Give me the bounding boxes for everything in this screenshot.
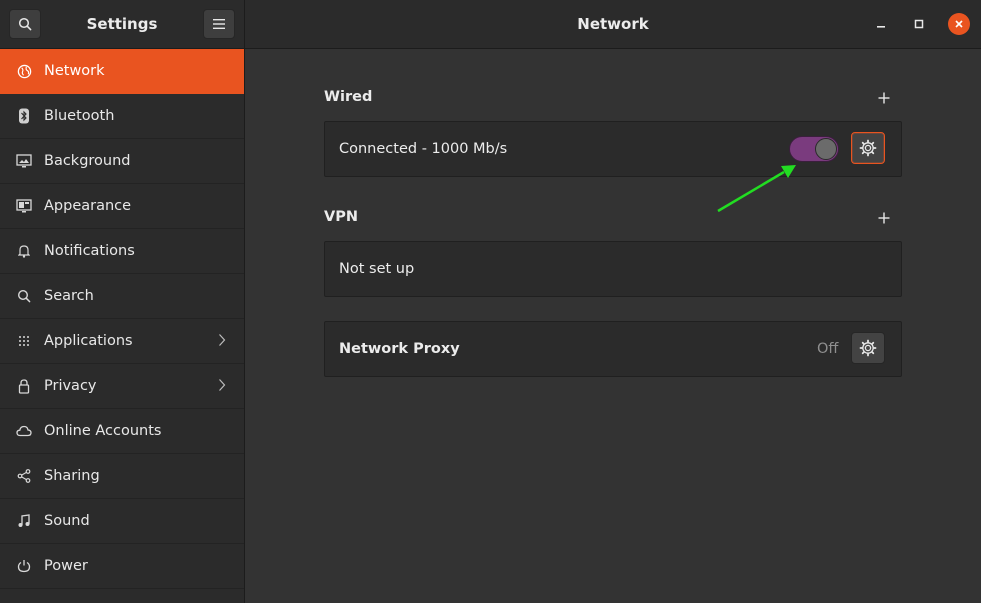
- wired-status: Connected - 1000 Mb/s: [339, 141, 508, 157]
- background-icon: [16, 153, 32, 169]
- minimize-button[interactable]: [871, 14, 891, 34]
- lock-icon: [16, 378, 32, 394]
- appearance-icon: [16, 198, 32, 214]
- sidebar-item-online-accounts[interactable]: Online Accounts: [0, 409, 244, 454]
- hamburger-icon: [213, 19, 225, 29]
- add-vpn-button[interactable]: [875, 209, 893, 227]
- vpn-section-title: VPN: [324, 209, 358, 225]
- vpn-status: Not set up: [339, 261, 415, 277]
- app-title: Settings: [86, 15, 158, 33]
- plus-icon: [878, 212, 890, 224]
- search-button[interactable]: [9, 9, 41, 39]
- wired-connection-row: Connected - 1000 Mb/s: [324, 121, 902, 177]
- maximize-button[interactable]: [909, 14, 929, 34]
- search-icon: [16, 288, 32, 304]
- sidebar-item-label: Sharing: [44, 468, 100, 484]
- bell-icon: [16, 243, 32, 259]
- sidebar-item-label: Privacy: [44, 378, 97, 394]
- sidebar-item-power[interactable]: Power: [0, 544, 244, 589]
- header-bar: Settings Network: [0, 0, 981, 49]
- sidebar-item-bluetooth[interactable]: Bluetooth: [0, 94, 244, 139]
- wired-toggle-switch[interactable]: [789, 136, 839, 162]
- menu-button[interactable]: [203, 9, 235, 39]
- cloud-icon: [16, 423, 32, 439]
- sidebar-item-applications[interactable]: Applications: [0, 319, 244, 364]
- network-proxy-row[interactable]: Network Proxy Off: [324, 321, 902, 377]
- sidebar-item-label: Online Accounts: [44, 423, 162, 439]
- sidebar-item-label: Applications: [44, 333, 133, 349]
- plus-icon: [878, 92, 890, 104]
- wired-settings-button[interactable]: [851, 132, 885, 164]
- sidebar-item-label: Search: [44, 288, 94, 304]
- sidebar: Network Bluetooth Background Appearance …: [0, 49, 245, 603]
- close-icon: [955, 20, 963, 28]
- chevron-right-icon: [218, 333, 226, 351]
- share-icon: [16, 468, 32, 484]
- proxy-settings-button[interactable]: [851, 332, 885, 364]
- sidebar-item-background[interactable]: Background: [0, 139, 244, 184]
- sidebar-item-label: Bluetooth: [44, 108, 115, 124]
- chevron-right-icon: [218, 378, 226, 396]
- network-panel: Wired Connected - 1000 Mb/s VPN Not set …: [245, 49, 981, 603]
- sidebar-item-search[interactable]: Search: [0, 274, 244, 319]
- sidebar-item-notifications[interactable]: Notifications: [0, 229, 244, 274]
- search-icon: [18, 17, 32, 31]
- sidebar-item-network[interactable]: Network: [0, 49, 244, 94]
- sidebar-header: Settings: [0, 0, 245, 48]
- gear-icon: [859, 139, 877, 157]
- network-proxy-label: Network Proxy: [339, 341, 460, 357]
- sidebar-item-label: Power: [44, 558, 88, 574]
- add-wired-button[interactable]: [875, 89, 893, 107]
- gear-icon: [859, 339, 877, 357]
- power-icon: [16, 558, 32, 574]
- close-button[interactable]: [948, 13, 970, 35]
- maximize-icon: [914, 19, 924, 29]
- minimize-icon: [877, 26, 885, 28]
- network-icon: [16, 63, 32, 79]
- wired-section-title: Wired: [324, 89, 373, 105]
- sidebar-item-appearance[interactable]: Appearance: [0, 184, 244, 229]
- sidebar-item-privacy[interactable]: Privacy: [0, 364, 244, 409]
- music-icon: [16, 513, 32, 529]
- grid-icon: [16, 333, 32, 349]
- proxy-status: Off: [817, 341, 839, 357]
- bluetooth-icon: [16, 108, 32, 124]
- sidebar-item-label: Notifications: [44, 243, 135, 259]
- sidebar-item-label: Appearance: [44, 198, 132, 214]
- vpn-row: Not set up: [324, 241, 902, 297]
- sidebar-item-label: Sound: [44, 513, 90, 529]
- toggle-knob: [815, 138, 837, 160]
- sidebar-item-sound[interactable]: Sound: [0, 499, 244, 544]
- sidebar-item-label: Network: [44, 63, 105, 79]
- sidebar-item-label: Background: [44, 153, 131, 169]
- sidebar-item-sharing[interactable]: Sharing: [0, 454, 244, 499]
